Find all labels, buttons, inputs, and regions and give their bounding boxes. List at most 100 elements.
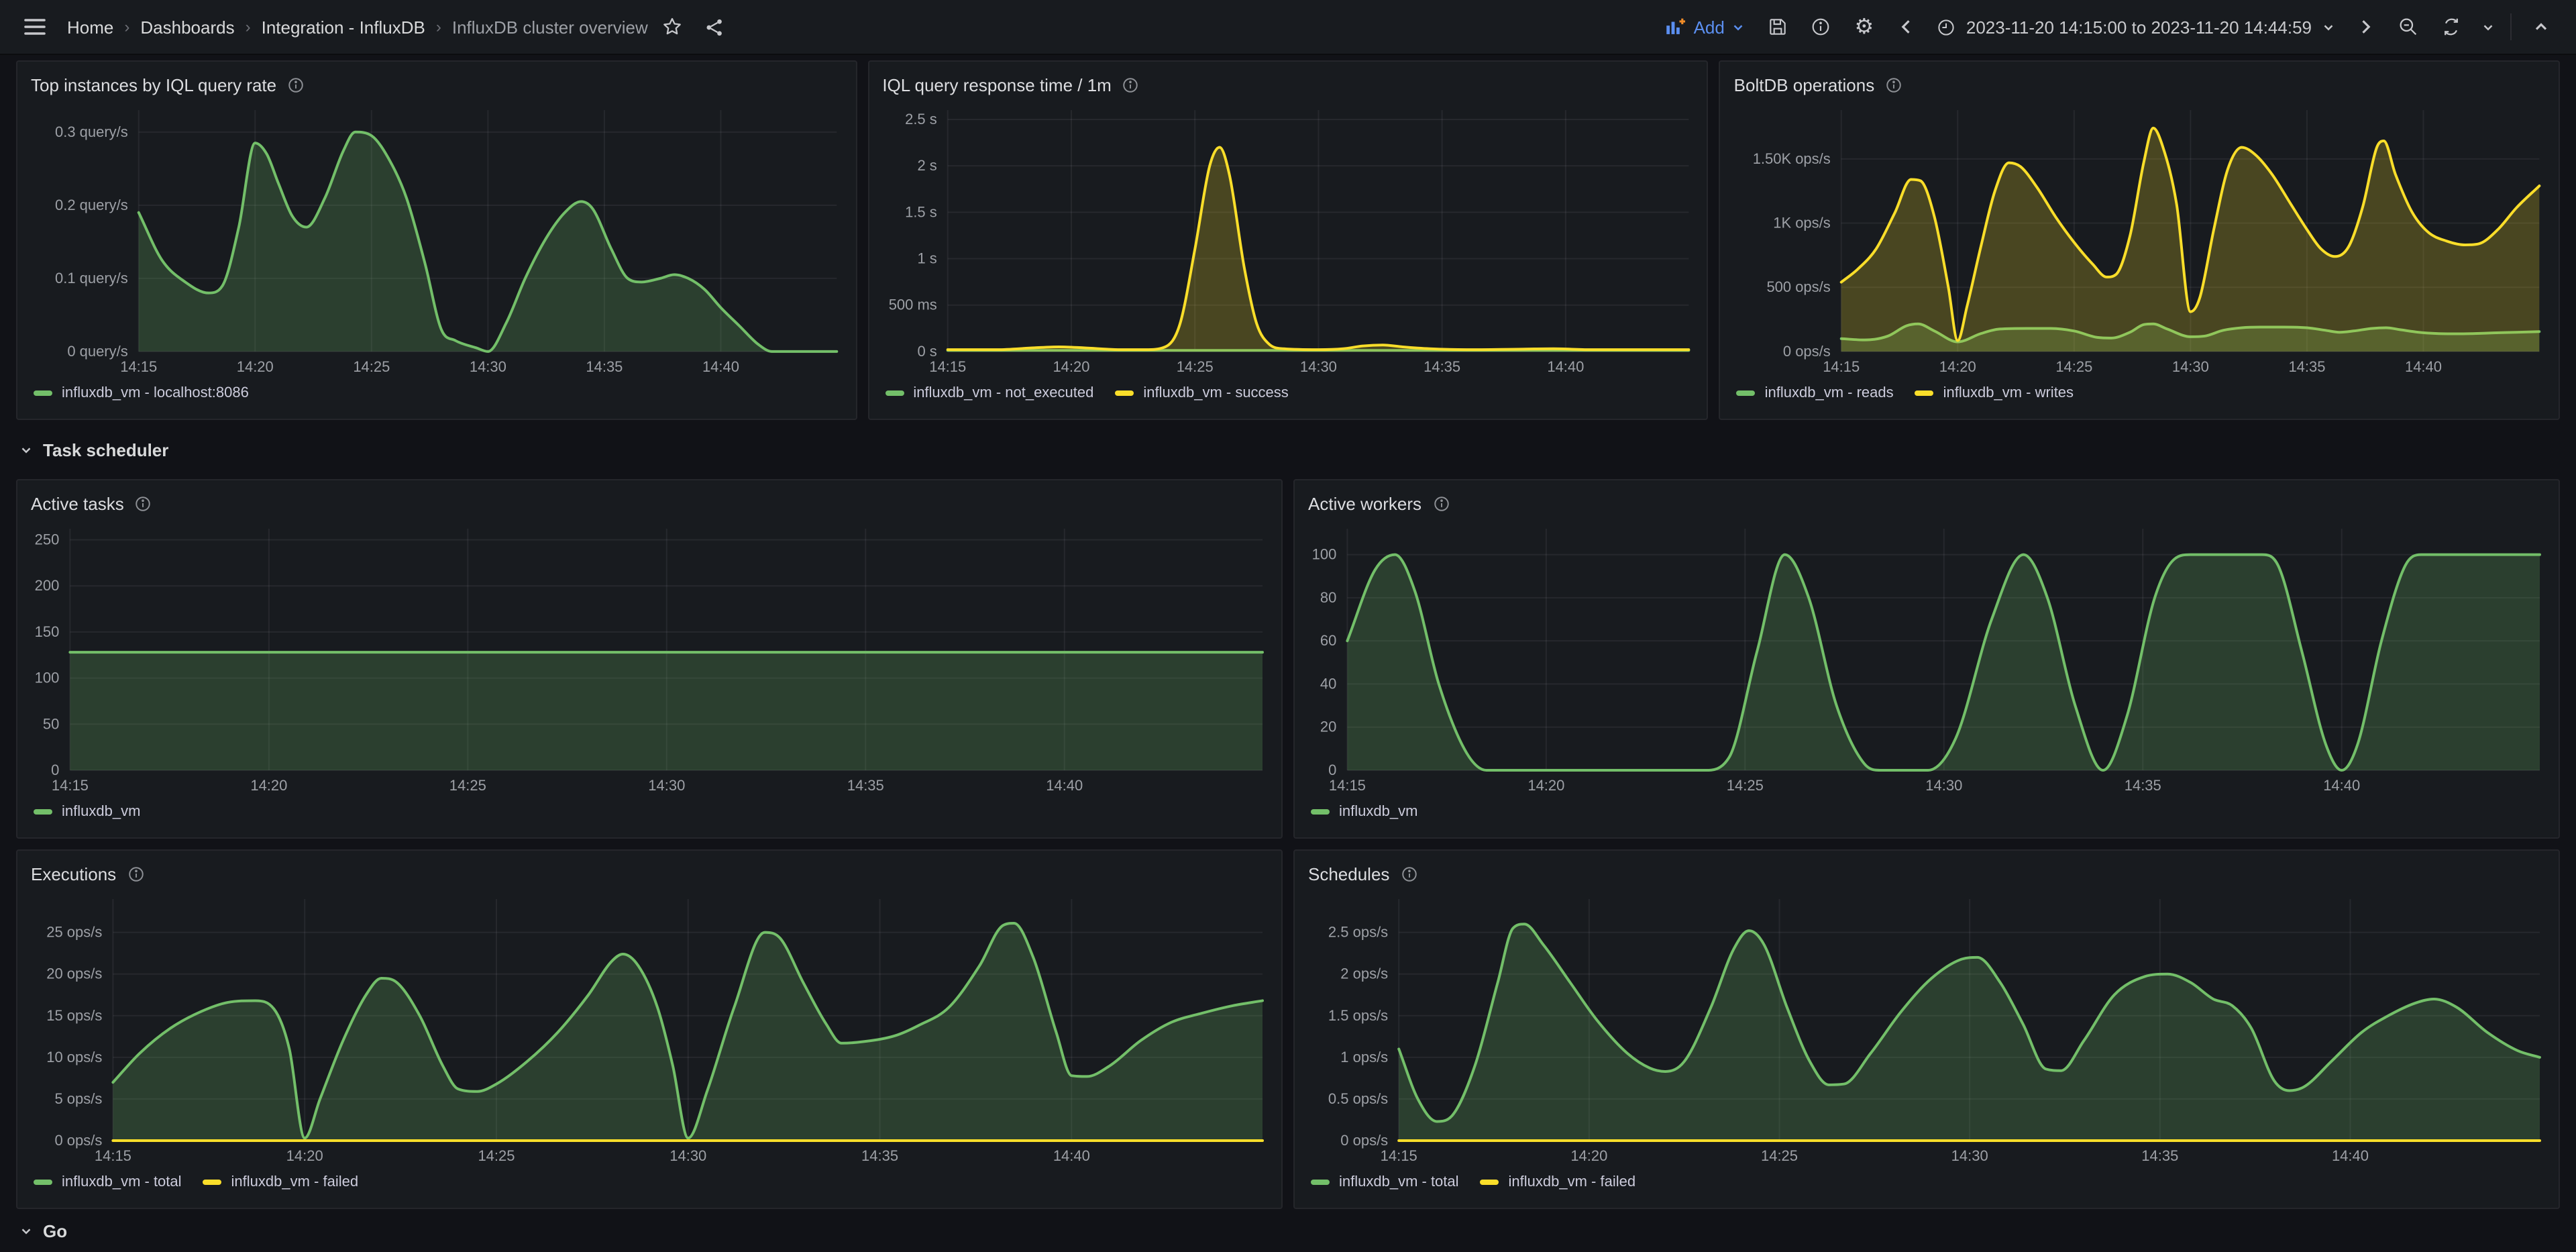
svg-text:14:35: 14:35	[1423, 358, 1460, 375]
panel-title[interactable]: Executions	[31, 864, 116, 884]
breadcrumb-home[interactable]: Home	[67, 17, 113, 37]
panel-title[interactable]: IQL query response time / 1m	[882, 74, 1112, 95]
panel-info-icon[interactable]	[1432, 494, 1450, 512]
section-title: Go	[43, 1221, 67, 1241]
breadcrumb-dashboards[interactable]: Dashboards	[140, 17, 234, 37]
section-go[interactable]: Go	[16, 1209, 2560, 1252]
svg-text:14:40: 14:40	[1053, 1147, 1090, 1164]
svg-text:25 ops/s: 25 ops/s	[46, 924, 102, 941]
legend-label: influxdb_vm - success	[1143, 385, 1288, 401]
panel-title[interactable]: Top instances by IQL query rate	[31, 74, 276, 95]
next-range-icon[interactable]	[2347, 8, 2384, 46]
panel-active-workers: Active workers 02040608010014:1514:2014:…	[1293, 479, 2560, 839]
chart-canvas[interactable]: 0 ops/s0.5 ops/s1 ops/s1.5 ops/s2 ops/s2…	[1305, 888, 2548, 1167]
refresh-caret-icon[interactable]	[2475, 8, 2500, 46]
legend-item[interactable]: influxdb_vm - success	[1115, 385, 1288, 401]
legend-item[interactable]: influxdb_vm	[1311, 804, 1417, 820]
legend-item[interactable]: influxdb_vm - localhost:8086	[34, 385, 249, 401]
time-caret-icon	[2321, 19, 2336, 34]
time-range-picker[interactable]: 2023-11-20 14:15:00 to 2023-11-20 14:44:…	[1931, 8, 2341, 46]
svg-text:1 s: 1 s	[917, 250, 936, 267]
svg-text:1.50K ops/s: 1.50K ops/s	[1753, 150, 1831, 167]
panel-info-icon[interactable]	[1122, 76, 1140, 93]
chart-canvas[interactable]: 0 query/s0.1 query/s0.2 query/s0.3 query…	[28, 99, 845, 378]
svg-text:14:25: 14:25	[1176, 358, 1213, 375]
svg-text:0.1 query/s: 0.1 query/s	[55, 270, 128, 286]
chart-canvas[interactable]: 0 s500 ms1 s1.5 s2 s2.5 s14:1514:2014:25…	[879, 99, 1696, 378]
prev-range-icon[interactable]	[1888, 8, 1926, 46]
legend-label: influxdb_vm - total	[1339, 1174, 1459, 1190]
panel-info-icon[interactable]	[1885, 76, 1902, 93]
legend-item[interactable]: influxdb_vm - writes	[1915, 385, 2074, 401]
legend-label: influxdb_vm - writes	[1943, 385, 2074, 401]
settings-icon[interactable]: ⚙	[1845, 8, 1883, 46]
svg-text:14:15: 14:15	[1381, 1147, 1417, 1164]
svg-text:14:25: 14:25	[2056, 358, 2093, 375]
svg-text:14:30: 14:30	[669, 1147, 706, 1164]
svg-text:14:20: 14:20	[1053, 358, 1089, 375]
add-button[interactable]: Add	[1656, 8, 1754, 46]
legend-item[interactable]: influxdb_vm - failed	[203, 1174, 359, 1190]
panel-info-icon[interactable]	[127, 865, 144, 882]
svg-text:1 ops/s: 1 ops/s	[1340, 1049, 1388, 1065]
chart-canvas[interactable]: 02040608010014:1514:2014:2514:3014:3514:…	[1305, 518, 2548, 797]
menu-icon[interactable]	[16, 8, 54, 46]
panel-info-icon[interactable]	[287, 76, 305, 93]
panel-title[interactable]: Active workers	[1308, 493, 1421, 513]
svg-text:0.3 query/s: 0.3 query/s	[55, 123, 128, 140]
refresh-icon[interactable]	[2432, 8, 2470, 46]
star-icon[interactable]	[653, 8, 691, 46]
breadcrumb-folder[interactable]: Integration - InfluxDB	[262, 17, 425, 37]
svg-text:5 ops/s: 5 ops/s	[54, 1090, 102, 1107]
zoom-out-icon[interactable]	[2390, 8, 2427, 46]
panel-title[interactable]: Active tasks	[31, 493, 124, 513]
svg-text:14:35: 14:35	[586, 358, 623, 375]
chart-canvas[interactable]: 0 ops/s5 ops/s10 ops/s15 ops/s20 ops/s25…	[28, 888, 1271, 1167]
section-task-scheduler[interactable]: Task scheduler	[16, 420, 2560, 479]
legend-item[interactable]: influxdb_vm - total	[1311, 1174, 1459, 1190]
svg-text:1.5 s: 1.5 s	[904, 203, 936, 220]
save-icon[interactable]	[1760, 8, 1797, 46]
panel-info-icon[interactable]	[135, 494, 152, 512]
panel-info-icon[interactable]	[1400, 865, 1417, 882]
panel-title[interactable]: BoltDB operations	[1734, 74, 1875, 95]
panel-header: Executions	[28, 859, 1271, 888]
legend-item[interactable]: influxdb_vm	[34, 804, 140, 820]
dashboard-info-icon[interactable]	[1803, 8, 1840, 46]
legend-swatch	[34, 390, 52, 396]
svg-text:100: 100	[35, 670, 60, 686]
svg-text:200: 200	[35, 577, 60, 594]
breadcrumb-current-dashboard[interactable]: InfluxDB cluster overview	[452, 17, 648, 37]
svg-text:14:30: 14:30	[1925, 777, 1962, 794]
panel-title[interactable]: Schedules	[1308, 864, 1389, 884]
legend-item[interactable]: influxdb_vm - reads	[1737, 385, 1894, 401]
collapse-top-icon[interactable]	[2522, 8, 2560, 46]
svg-text:14:35: 14:35	[847, 777, 884, 794]
legend-item[interactable]: influxdb_vm - not_executed	[885, 385, 1093, 401]
svg-text:1K ops/s: 1K ops/s	[1774, 215, 1831, 231]
legend: influxdb_vm - localhost:8086	[28, 378, 845, 408]
chart-canvas[interactable]: 05010015020025014:1514:2014:2514:3014:35…	[28, 518, 1271, 797]
panel-header: Active tasks	[28, 488, 1271, 518]
section-title: Task scheduler	[43, 439, 168, 460]
svg-text:14:15: 14:15	[1823, 358, 1860, 375]
svg-text:14:15: 14:15	[120, 358, 157, 375]
add-button-label: Add	[1694, 17, 1725, 37]
svg-text:1.5 ops/s: 1.5 ops/s	[1328, 1007, 1388, 1024]
legend-item[interactable]: influxdb_vm - failed	[1481, 1174, 1636, 1190]
svg-text:20: 20	[1320, 719, 1336, 735]
svg-text:14:25: 14:25	[1761, 1147, 1798, 1164]
legend-swatch	[34, 1180, 52, 1185]
legend-swatch	[1311, 809, 1330, 815]
svg-text:15 ops/s: 15 ops/s	[46, 1007, 102, 1024]
legend: influxdb_vm	[28, 797, 1271, 827]
legend-item[interactable]: influxdb_vm - total	[34, 1174, 182, 1190]
legend: influxdb_vm - not_executed influxdb_vm - …	[879, 378, 1696, 408]
chart-canvas[interactable]: 0 ops/s500 ops/s1K ops/s1.50K ops/s14:15…	[1731, 99, 2548, 378]
share-icon[interactable]	[696, 8, 734, 46]
svg-text:100: 100	[1312, 546, 1337, 563]
panel-header: Active workers	[1305, 488, 2548, 518]
breadcrumb-separator: ›	[246, 17, 251, 36]
svg-text:14:30: 14:30	[1951, 1147, 1988, 1164]
svg-text:14:15: 14:15	[95, 1147, 131, 1164]
